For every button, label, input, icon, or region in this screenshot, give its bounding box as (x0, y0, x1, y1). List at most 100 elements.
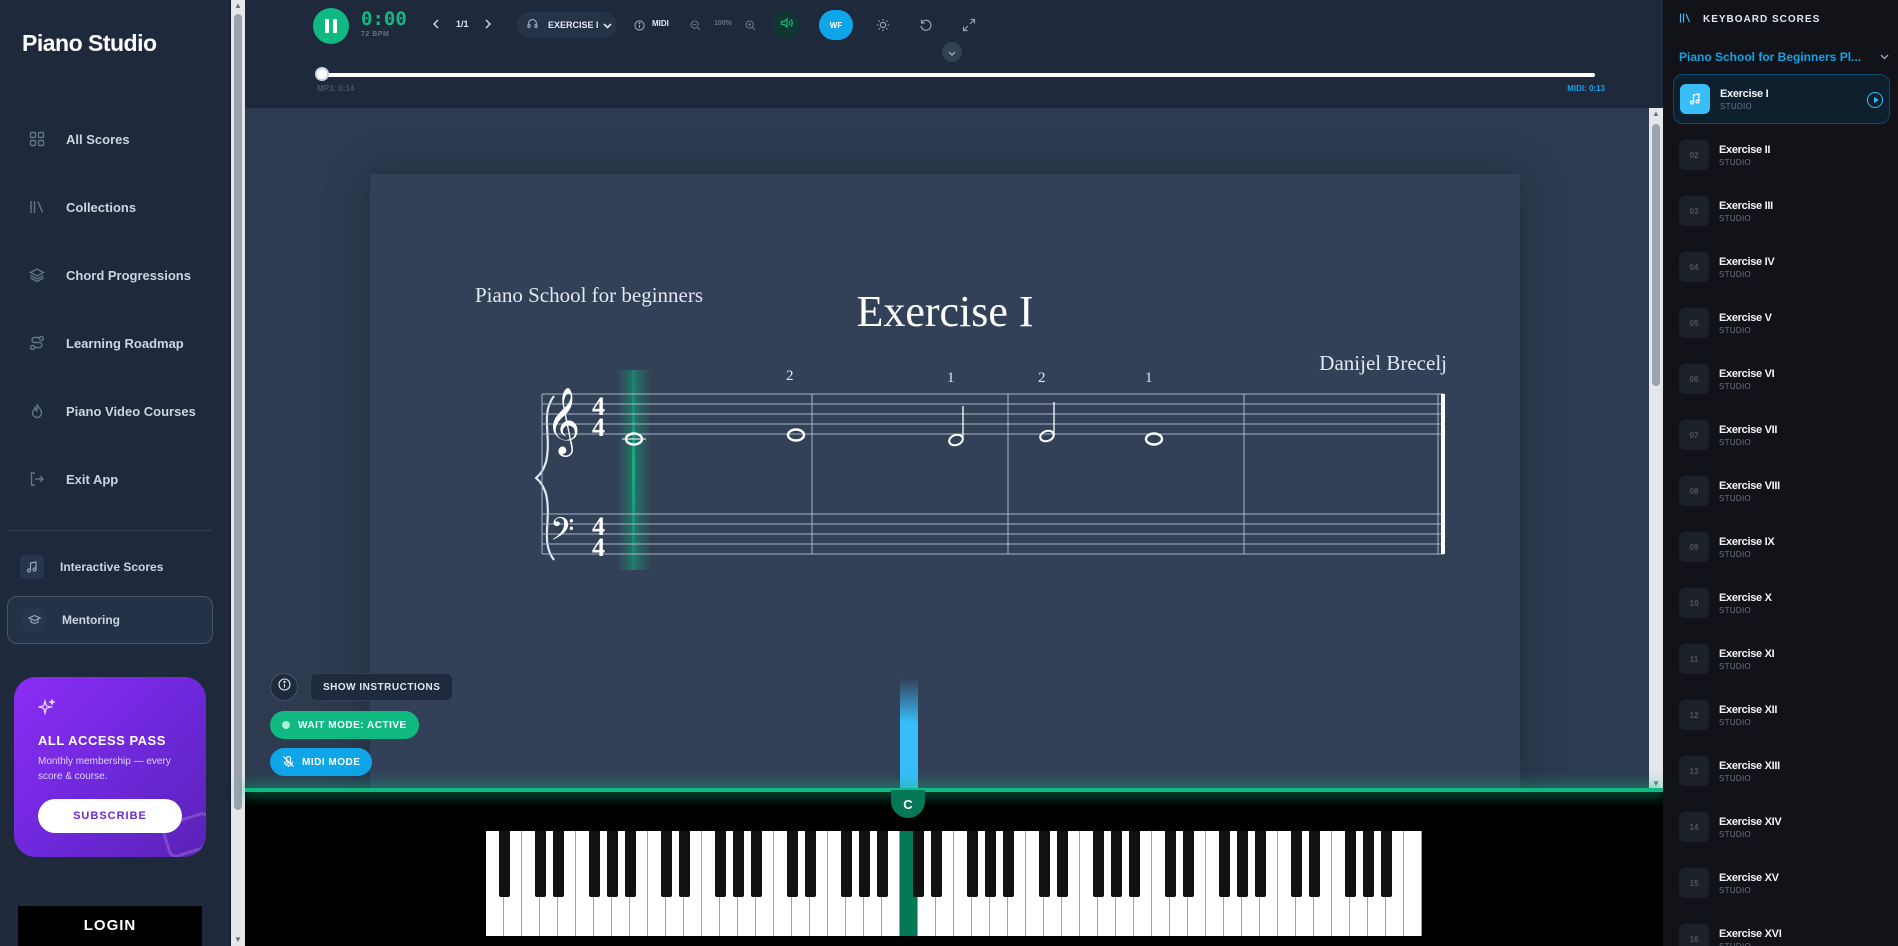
piano-black-key[interactable] (1236, 831, 1248, 897)
score-scrollbar[interactable]: ▲ ▼ (1649, 108, 1663, 790)
piano-black-key[interactable] (1380, 831, 1392, 897)
piano-black-key[interactable] (786, 831, 798, 897)
exercise-item[interactable]: 15 Exercise XV STUDIO (1673, 858, 1890, 908)
sidebar-item-mentoring[interactable]: Mentoring (22, 605, 120, 635)
piano-black-key[interactable] (750, 831, 762, 897)
exercise-item[interactable]: 08 Exercise VIII STUDIO (1673, 466, 1890, 516)
exercise-item[interactable]: 12 Exercise XII STUDIO (1673, 690, 1890, 740)
piano-black-key[interactable] (1038, 831, 1050, 897)
volume-button[interactable] (773, 12, 799, 38)
exercise-item[interactable]: 02 Exercise II STUDIO (1673, 130, 1890, 180)
nav-collections[interactable]: Collections (28, 187, 218, 227)
nav-exit-app[interactable]: Exit App (28, 459, 218, 499)
info-icon[interactable] (633, 19, 645, 31)
wait-mode-button[interactable]: WAIT MODE: ACTIVE (270, 711, 419, 739)
piano-black-key[interactable] (1110, 831, 1122, 897)
login-button[interactable]: LOGIN (18, 906, 202, 946)
exercise-item[interactable]: 14 Exercise XIV STUDIO (1673, 802, 1890, 852)
piano-white-key[interactable] (1404, 831, 1422, 936)
nav-all-scores[interactable]: All Scores (28, 119, 218, 159)
scroll-up-arrow-icon[interactable]: ▲ (1649, 108, 1663, 120)
piano-black-key[interactable] (714, 831, 726, 897)
piano-black-key[interactable] (606, 831, 618, 897)
subscribe-button[interactable]: SUBSCRIBE (38, 799, 182, 833)
exercise-select[interactable]: EXERCISE I (517, 12, 617, 38)
exercise-item[interactable]: 16 Exercise XVI STUDIO (1673, 914, 1890, 946)
prev-page-icon[interactable] (429, 17, 443, 31)
note-half[interactable] (948, 406, 965, 447)
piano-black-key[interactable] (624, 831, 636, 897)
expand-toolbar-button[interactable] (942, 42, 962, 62)
scrollbar-thumb[interactable] (234, 14, 242, 810)
exercise-item[interactable]: Exercise I STUDIO (1673, 74, 1890, 124)
brightness-icon[interactable] (875, 17, 891, 33)
show-instructions-button[interactable]: SHOW INSTRUCTIONS (310, 673, 454, 701)
exercise-meta: Exercise VIII STUDIO (1719, 480, 1780, 503)
piano-black-key[interactable] (1056, 831, 1068, 897)
piano-black-key[interactable] (1128, 831, 1140, 897)
piano-black-key[interactable] (498, 831, 510, 897)
scroll-up-arrow-icon[interactable]: ▲ (231, 0, 245, 12)
sidebar-scrollbar[interactable]: ▲ ▼ (231, 0, 245, 946)
collection-select[interactable]: Piano School for Beginners Pl... (1679, 50, 1889, 64)
midi-mode-button[interactable]: MIDI MODE (270, 748, 373, 776)
note-whole[interactable] (1144, 432, 1164, 446)
brand-logo[interactable]: Piano Studio (22, 30, 157, 57)
pause-button[interactable] (313, 8, 349, 44)
piano-black-key[interactable] (1092, 831, 1104, 897)
piano-black-key[interactable] (912, 831, 924, 897)
waterfall-toggle-button[interactable]: WF (819, 10, 853, 40)
scroll-down-arrow-icon[interactable]: ▼ (231, 934, 245, 946)
exercise-item[interactable]: 04 Exercise IV STUDIO (1673, 242, 1890, 292)
piano-keys[interactable] (486, 831, 1423, 936)
piano-black-key[interactable] (1308, 831, 1320, 897)
piano-black-key[interactable] (840, 831, 852, 897)
piano-black-key[interactable] (534, 831, 546, 897)
nav-learning-roadmap[interactable]: Learning Roadmap (28, 323, 218, 363)
piano-black-key[interactable] (1002, 831, 1014, 897)
nav-chord-progressions[interactable]: Chord Progressions (28, 255, 218, 295)
progress-track[interactable] (322, 73, 1595, 77)
piano-black-key[interactable] (1290, 831, 1302, 897)
exercise-item[interactable]: 11 Exercise XI STUDIO (1673, 634, 1890, 684)
exercise-item[interactable]: 09 Exercise IX STUDIO (1673, 522, 1890, 572)
piano-black-key[interactable] (1254, 831, 1266, 897)
zoom-out-icon[interactable] (689, 19, 701, 31)
piano-black-key[interactable] (588, 831, 600, 897)
piano-black-key[interactable] (876, 831, 888, 897)
next-page-icon[interactable] (481, 17, 495, 31)
exercise-item[interactable]: 06 Exercise VI STUDIO (1673, 354, 1890, 404)
piano-black-key[interactable] (1362, 831, 1374, 897)
sidebar-item-interactive-scores[interactable]: Interactive Scores (20, 552, 163, 582)
piano-black-key[interactable] (930, 831, 942, 897)
piano-black-key[interactable] (552, 831, 564, 897)
exercise-item[interactable]: 03 Exercise III STUDIO (1673, 186, 1890, 236)
piano-black-key[interactable] (966, 831, 978, 897)
piano-black-key[interactable] (1218, 831, 1230, 897)
instructions-info-button[interactable] (270, 673, 298, 701)
piano-black-key[interactable] (678, 831, 690, 897)
midi-toggle[interactable]: MIDI (652, 19, 669, 28)
nav-piano-video-courses[interactable]: Piano Video Courses (28, 391, 218, 431)
piano-black-key[interactable] (1182, 831, 1194, 897)
sidebar-item-label: Mentoring (62, 613, 120, 627)
exercise-item[interactable]: 13 Exercise XIII STUDIO (1673, 746, 1890, 796)
piano-black-key[interactable] (858, 831, 870, 897)
exercise-item[interactable]: 07 Exercise VII STUDIO (1673, 410, 1890, 460)
zoom-in-icon[interactable] (744, 19, 756, 31)
fullscreen-icon[interactable] (961, 17, 977, 33)
piano-black-key[interactable] (984, 831, 996, 897)
piano-black-key[interactable] (1344, 831, 1356, 897)
exercise-item[interactable]: 10 Exercise X STUDIO (1673, 578, 1890, 628)
piano-black-key[interactable] (804, 831, 816, 897)
exercise-item[interactable]: 05 Exercise V STUDIO (1673, 298, 1890, 348)
reset-icon[interactable] (918, 17, 934, 33)
scrollbar-thumb[interactable] (1652, 124, 1660, 386)
note-whole[interactable] (786, 428, 806, 442)
progress-knob[interactable] (315, 67, 329, 81)
play-circle-icon[interactable] (1867, 92, 1883, 108)
piano-black-key[interactable] (1164, 831, 1176, 897)
piano-black-key[interactable] (660, 831, 672, 897)
note-half[interactable] (1039, 402, 1056, 443)
piano-black-key[interactable] (732, 831, 744, 897)
